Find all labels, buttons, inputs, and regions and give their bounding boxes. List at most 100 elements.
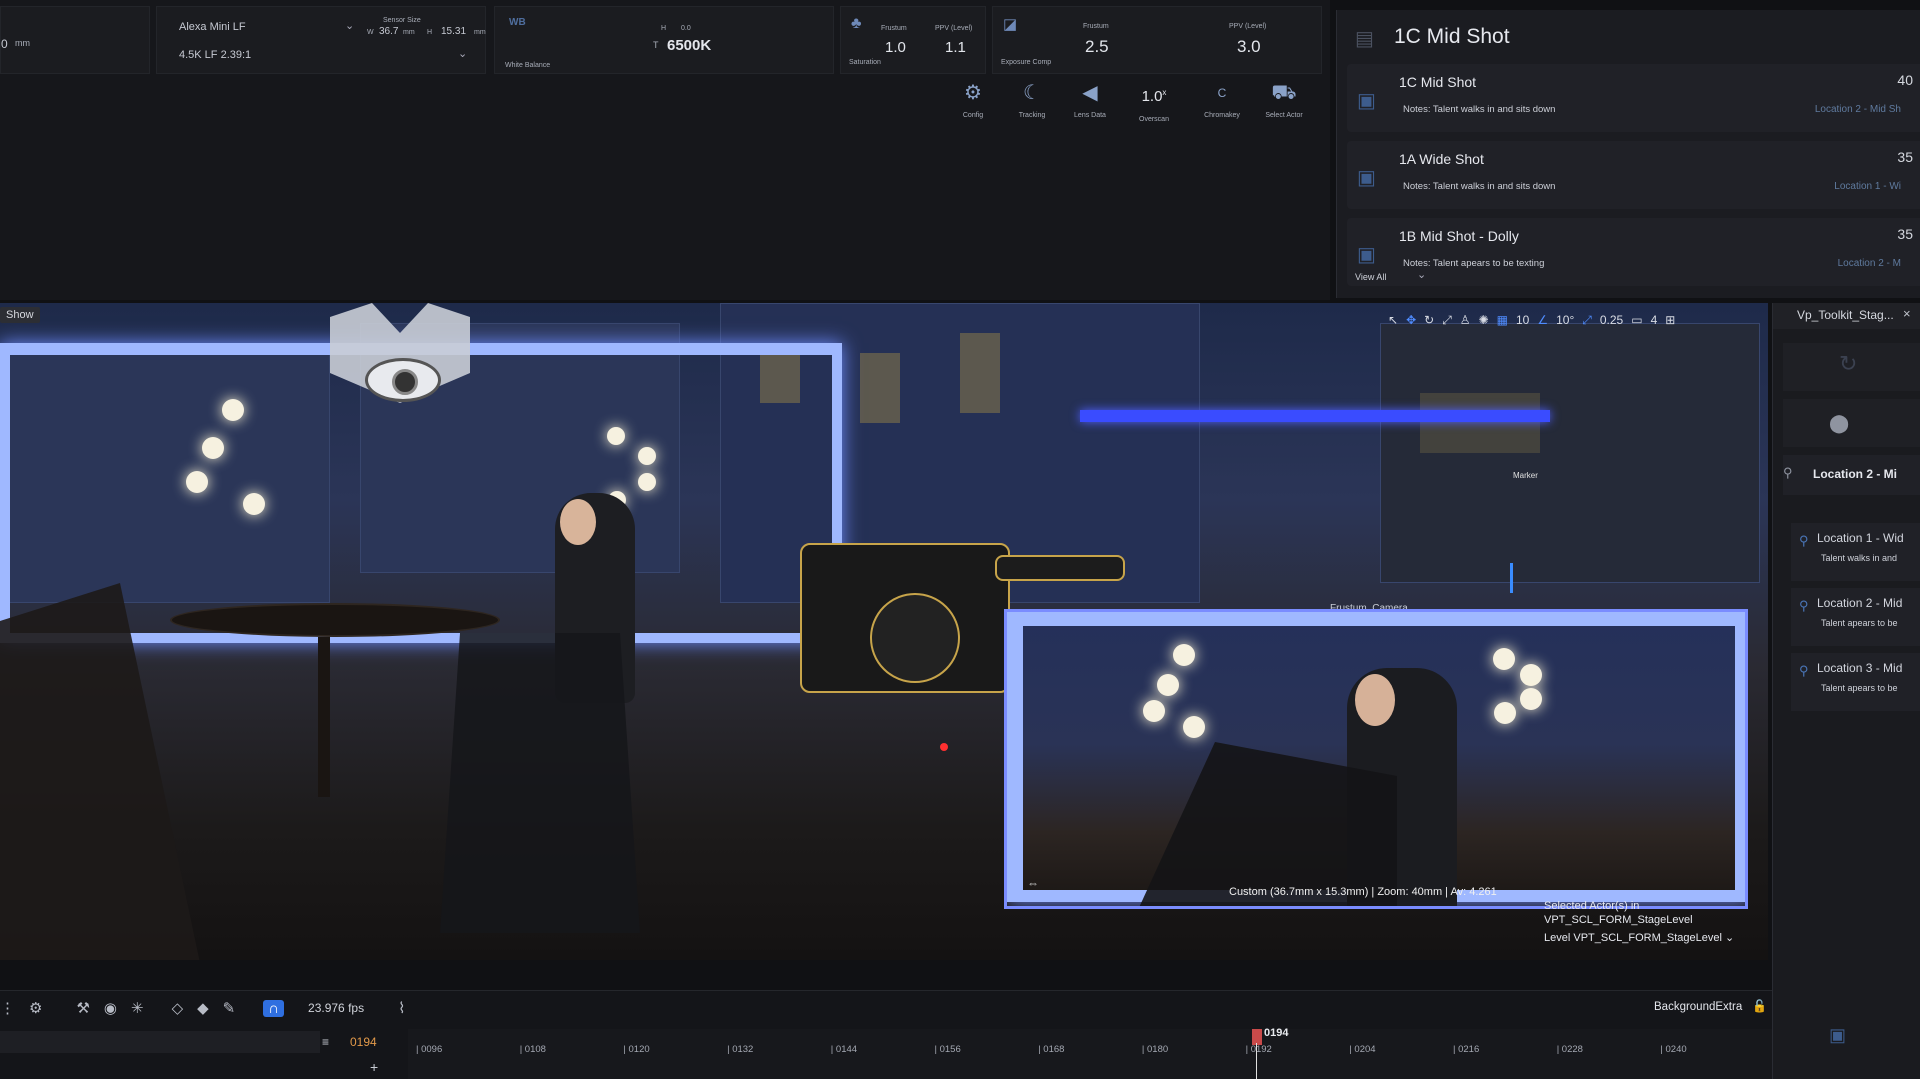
window <box>960 333 1000 413</box>
saturation-frustum-value[interactable]: 1.0 <box>885 39 906 56</box>
camera-body-select[interactable]: Alexa Mini LF <box>179 21 246 33</box>
gear-icon: ⚙ <box>964 82 982 104</box>
wb-h-value[interactable]: 0.0 <box>681 25 691 32</box>
location-item[interactable]: ⚲ Location 2 - Mid Talent apears to be <box>1791 588 1920 646</box>
wb-t-value[interactable]: 6500K <box>667 37 711 54</box>
grid-snap-value[interactable]: 10 <box>1516 313 1529 327</box>
app-window: 0 mm Alexa Mini LF ⌄ 4.5K LF 2.39:1 ⌄ Se… <box>0 0 1920 1079</box>
camera-icon[interactable]: ▣ <box>1829 1025 1846 1046</box>
shot-number: 35 <box>1897 226 1913 242</box>
level-viewport[interactable]: Marker Show ↖ ✥ ↻ ⤢ ♙ ✺ ▦ 10 ∠ 10° ⤢ 0.2… <box>0 303 1768 960</box>
chevron-down-icon[interactable]: ⌄ <box>1725 932 1734 944</box>
level-select[interactable]: VPT_SCL_FORM_StageLevel <box>1573 932 1722 944</box>
playhead-frame: 0194 <box>1264 1027 1289 1039</box>
curve-editor-icon[interactable]: ⌇ <box>398 999 405 1017</box>
settings-icon[interactable]: ✳ <box>131 999 144 1017</box>
fps-select[interactable]: 23.976 fps <box>308 1001 364 1015</box>
marker-gizmo[interactable] <box>1510 563 1513 593</box>
saturation-label: Saturation <box>849 59 881 66</box>
keyframe-filled-icon[interactable]: ◆ <box>197 999 209 1017</box>
tracking-button[interactable]: ☾ Tracking <box>1004 82 1060 119</box>
sensor-w-label: W <box>367 29 374 36</box>
track-filter-icon[interactable]: ⚙ <box>29 999 42 1017</box>
visibility-icon[interactable]: ◉ <box>104 999 117 1017</box>
location-desc: Talent apears to be <box>1821 618 1898 628</box>
format-select[interactable]: 4.5K LF 2.39:1 <box>179 49 251 61</box>
tab-vp-toolkit[interactable]: Vp_Toolkit_Stag... × <box>1773 303 1920 329</box>
chevron-down-icon[interactable]: ⌄ <box>458 47 467 60</box>
tab-title: Vp_Toolkit_Stag... <box>1797 308 1894 322</box>
shot-location: Location 1 - Wi <box>1834 181 1901 192</box>
angle-snap-value[interactable]: 10° <box>1556 313 1574 327</box>
pin-icon: ⚲ <box>1783 465 1793 480</box>
location-title: Location 2 - Mid <box>1817 596 1903 610</box>
chromakey-button[interactable]: C Chromakey <box>1194 82 1250 119</box>
overscan-button[interactable]: 1.0x Overscan <box>1126 82 1182 123</box>
add-track-icon[interactable]: + <box>370 1059 378 1075</box>
refresh-icon[interactable]: ↻ <box>1839 351 1857 377</box>
angle-snap-icon[interactable]: ∠ <box>1537 313 1548 327</box>
location-pin-icon[interactable]: ⬤ <box>1829 413 1849 434</box>
shot-card[interactable]: ▣ 1A Wide Shot Notes: Talent walks in an… <box>1347 141 1920 209</box>
location-title: Location 1 - Wid <box>1817 531 1904 545</box>
sensor-w-unit: mm <box>403 29 415 36</box>
pin-icon: ⇔ <box>1027 876 1039 890</box>
sensor-h-label: H <box>427 29 433 36</box>
lens-data-button[interactable]: ◀ Lens Data <box>1062 82 1118 119</box>
scale-snap-icon[interactable]: ⤢ <box>1582 313 1592 328</box>
chevron-down-icon[interactable]: ⌄ <box>1417 268 1426 281</box>
sensor-h-value[interactable]: 15.31 <box>441 26 466 37</box>
select-actor-button[interactable]: ⛟ Select Actor <box>1256 82 1312 119</box>
saturation-ppv-value[interactable]: 1.1 <box>945 39 966 56</box>
shot-name: 1C Mid Shot <box>1399 74 1477 90</box>
wb-t-label: T <box>653 40 659 50</box>
show-menu-button[interactable]: Show <box>0 307 40 323</box>
track-name: BackgroundExtra <box>1654 1001 1743 1013</box>
shot-list-panel: ▤ 1C Mid Shot ▣ 1C Mid Shot Notes: Talen… <box>1336 10 1920 298</box>
exposure-icon: ◪ <box>1003 16 1018 33</box>
lock-icon[interactable]: 🔓 <box>1752 999 1767 1013</box>
location-item[interactable]: ⚲ Location 1 - Wid Talent walks in and <box>1791 523 1920 581</box>
pendant-light <box>1520 688 1542 710</box>
shot-card[interactable]: ▣ 1B Mid Shot - Dolly Notes: Talent apea… <box>1347 218 1920 286</box>
shot-notes: Notes: Talent walks in and sits down <box>1403 181 1556 192</box>
sensor-w-value[interactable]: 36.7 <box>379 26 398 37</box>
config-button[interactable]: ⚙ Config <box>945 82 1001 119</box>
sequencer-timeline: ⋮ ⚙ ⚒ ◉ ✳ ◇ ◆ ✎ ∩ 23.976 fps ⌇ Backgroun… <box>0 990 1772 1079</box>
current-location[interactable]: ⚲ Location 2 - Mi <box>1783 455 1920 495</box>
snap-toggle-icon[interactable]: ∩ <box>263 999 285 1017</box>
pendant-light <box>1173 644 1195 666</box>
tick-label: | 0108 <box>519 1044 546 1055</box>
exposure-frustum-value[interactable]: 2.5 <box>1085 37 1109 57</box>
close-icon[interactable]: × <box>1903 306 1911 321</box>
playhead[interactable] <box>1252 1029 1262 1045</box>
shot-card[interactable]: ▣ 1C Mid Shot Notes: Talent walks in and… <box>1347 64 1920 132</box>
view-all-button[interactable]: View All <box>1355 272 1386 282</box>
current-frame[interactable]: 0194 <box>350 1035 377 1049</box>
exposure-ppv-value[interactable]: 3.0 <box>1237 37 1261 57</box>
shot-name: 1A Wide Shot <box>1399 151 1484 167</box>
preview-info: Custom (36.7mm x 15.3mm) | Zoom: 40mm | … <box>1229 886 1497 898</box>
tick-label: | 0096 <box>416 1044 443 1055</box>
scale-snap-value[interactable]: 0.25 <box>1600 313 1623 327</box>
pendant-light <box>1143 700 1165 722</box>
viewport-layout-icon[interactable]: ⊞ <box>1665 313 1675 327</box>
surface-snap-icon[interactable]: ♙ <box>1460 313 1471 327</box>
camera-speed-value[interactable]: 4 <box>1651 313 1658 327</box>
rotate-tool-icon[interactable]: ↻ <box>1424 313 1434 327</box>
select-tool-icon[interactable]: ↖ <box>1388 313 1398 327</box>
grid-snap-icon[interactable]: ▦ <box>1497 313 1508 327</box>
camera-preview[interactable]: ⇔ Custom (36.7mm x 15.3mm) | Zoom: 40mm … <box>1004 609 1748 909</box>
translate-tool-icon[interactable]: ✥ <box>1406 313 1416 327</box>
chevron-down-icon[interactable]: ⌄ <box>345 19 354 32</box>
sensor-size-label: Sensor Size <box>383 17 421 24</box>
key-tool-icon[interactable]: ⚒ <box>76 999 89 1017</box>
world-local-icon[interactable]: ✺ <box>1479 313 1489 327</box>
scale-tool-icon[interactable]: ⤢ <box>1442 313 1452 328</box>
location-item[interactable]: ⚲ Location 3 - Mid Talent apears to be <box>1791 653 1920 711</box>
camera-speed-icon[interactable]: ▭ <box>1631 313 1642 327</box>
pencil-icon[interactable]: ✎ <box>223 999 236 1017</box>
keyframe-icon[interactable]: ◇ <box>172 999 184 1017</box>
filter-icon[interactable]: ≡ <box>322 1035 329 1049</box>
menu-icon[interactable]: ⋮ <box>0 999 15 1017</box>
